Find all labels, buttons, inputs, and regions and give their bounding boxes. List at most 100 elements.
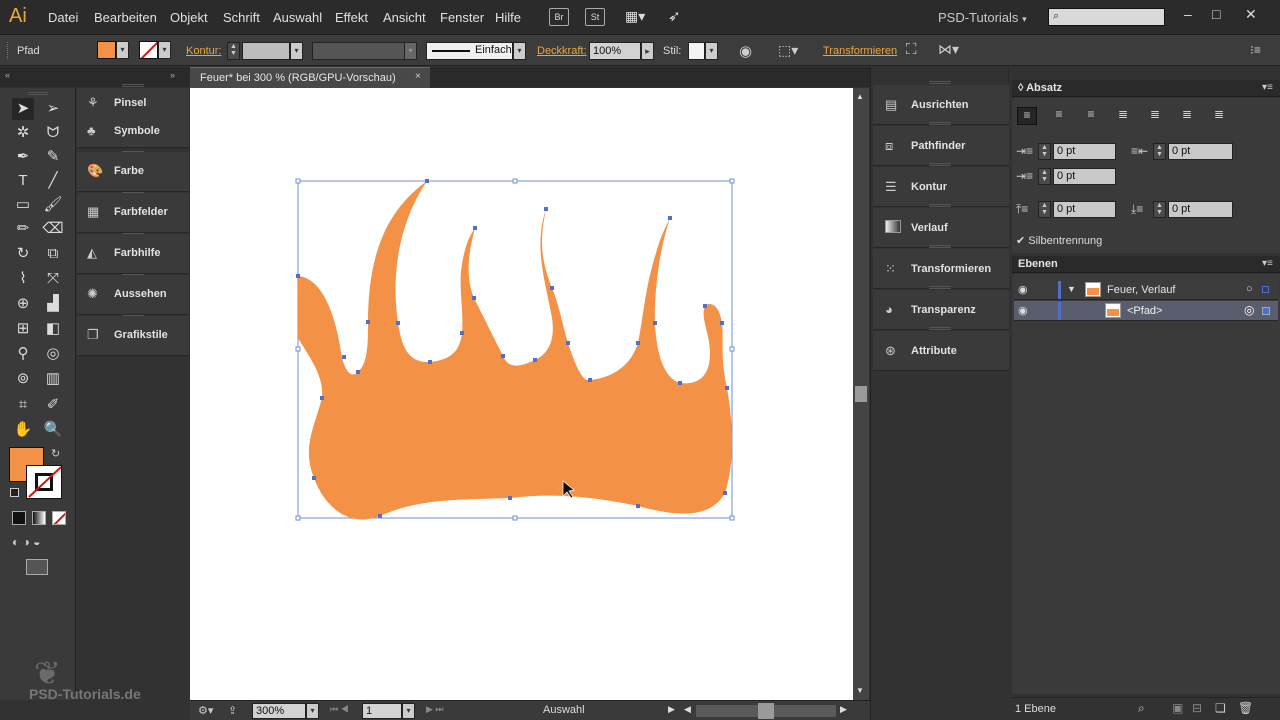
direct-selection-tool-icon[interactable]: ➢ xyxy=(42,98,64,120)
stroke-color-swatch[interactable] xyxy=(139,41,158,59)
panel-menu-icon[interactable]: ⁝≡ xyxy=(1250,43,1261,57)
stroke-weight-dropdown[interactable]: ▾ xyxy=(290,42,303,60)
recolor-artwork-icon[interactable]: ◉ xyxy=(739,42,752,60)
justify-all-button[interactable]: ≣ xyxy=(1209,107,1229,125)
width-tool-icon[interactable]: ⌇ xyxy=(12,268,34,290)
gpu-icon[interactable]: ⚙▾ xyxy=(198,704,213,717)
blend-tool-icon[interactable]: ◎ xyxy=(42,343,64,365)
menu-objekt[interactable]: Objekt xyxy=(170,10,208,25)
align-to-icon[interactable]: ⬚▾ xyxy=(778,42,798,59)
space-before-stepper[interactable]: ▲ ▼ xyxy=(1038,201,1051,218)
none-mode-icon[interactable] xyxy=(52,511,66,525)
type-tool-icon[interactable]: T xyxy=(12,170,34,192)
menu-hilfe[interactable]: Hilfe xyxy=(495,10,521,25)
scroll-thumb[interactable] xyxy=(855,386,867,402)
share-icon[interactable]: ⇪ xyxy=(228,704,237,717)
gradient-tool-icon[interactable]: ◧ xyxy=(42,318,64,340)
align-center-button[interactable]: ≡ xyxy=(1049,107,1069,125)
status-mode-label[interactable]: Auswahl xyxy=(543,704,585,716)
menu-datei[interactable]: Datei xyxy=(48,10,78,25)
zoom-tool-icon[interactable]: 🔍 xyxy=(42,419,64,441)
rotate-tool-icon[interactable]: ↻ xyxy=(12,243,34,265)
graphic-style-swatch[interactable] xyxy=(688,42,705,60)
align-left-button[interactable]: ≡ xyxy=(1017,107,1037,125)
menu-bearbeiten[interactable]: Bearbeiten xyxy=(94,10,157,25)
send-icon[interactable]: ➶ xyxy=(668,7,681,25)
default-colors-icon[interactable] xyxy=(10,488,19,497)
status-menu-arrow-icon[interactable]: ▶ xyxy=(668,704,675,715)
zoom-field[interactable]: 300% xyxy=(252,703,306,719)
grip-handle[interactable] xyxy=(929,81,951,84)
variable-width-dropdown[interactable]: ▾ xyxy=(404,42,417,60)
dock-item-pathfinder-row[interactable]: ⧈ Pathfinder xyxy=(873,126,1009,166)
selection-tool-icon[interactable]: ➤ xyxy=(12,98,34,120)
selection-indicator[interactable] xyxy=(1262,286,1269,293)
dock-item-transformieren-row[interactable]: ⁙ Transformieren xyxy=(873,249,1009,289)
collapse-tools-icon[interactable]: « xyxy=(5,70,10,80)
ebenen-panel-header[interactable]: Ebenen ▾≡ xyxy=(1012,256,1280,273)
dock-item-transparenz-row[interactable]: ◕ Transparenz xyxy=(873,290,1009,330)
selection-indicator[interactable] xyxy=(1262,307,1270,315)
visibility-eye-icon[interactable]: ◉ xyxy=(1018,283,1028,296)
visibility-eye-icon[interactable]: ◉ xyxy=(1018,304,1028,317)
new-sublayer-icon[interactable]: ⊟ xyxy=(1192,701,1202,715)
target-circle-icon[interactable]: ○ xyxy=(1246,283,1253,295)
artboard-number-field[interactable]: 1 xyxy=(362,703,402,719)
pencil-tool-icon[interactable]: ✏ xyxy=(12,218,34,240)
hand-tool-icon[interactable]: ✋ xyxy=(12,419,34,441)
grip-handle[interactable] xyxy=(929,122,951,125)
right-indent-field[interactable]: 0 pt xyxy=(1168,143,1233,160)
grip-handle[interactable] xyxy=(7,42,10,59)
justify-center-button[interactable]: ≣ xyxy=(1145,107,1165,125)
target-circle-selected-icon[interactable]: ◎ xyxy=(1244,303,1254,317)
vertical-scrollbar[interactable]: ▲ ▼ xyxy=(853,88,869,700)
zoom-dropdown[interactable]: ▾ xyxy=(306,703,319,719)
expand-triangle-icon[interactable]: ▼ xyxy=(1067,284,1076,294)
slice-tool-icon[interactable]: ✐ xyxy=(42,394,64,416)
isolate-icon[interactable]: ⛶ xyxy=(906,41,917,58)
arrange-documents-icon[interactable]: ▦▾ xyxy=(625,8,653,26)
rectangle-tool-icon[interactable]: ▭ xyxy=(12,194,34,216)
dock-item-ausrichten-row[interactable]: ▤ Ausrichten xyxy=(873,85,1009,125)
artboard-tool-icon[interactable]: ⌗ xyxy=(12,394,34,416)
menu-effekt[interactable]: Effekt xyxy=(335,10,368,25)
curvature-tool-icon[interactable]: ✎ xyxy=(42,146,64,168)
horizontal-scroll-thumb[interactable] xyxy=(758,703,774,719)
scroll-left-icon[interactable]: ◀ xyxy=(684,704,691,715)
expand-dock-icon[interactable]: » xyxy=(170,70,175,80)
dock-item-verlauf-row[interactable]: Verlauf xyxy=(873,208,1009,248)
stroke-swatch-large[interactable] xyxy=(26,465,62,499)
column-graph-tool-icon[interactable]: ▥ xyxy=(42,368,64,390)
hyphenation-checkbox[interactable]: ✔ Silbentrennung xyxy=(1016,234,1102,247)
gradient-mode-icon[interactable] xyxy=(32,511,46,525)
symbol-sprayer-tool-icon[interactable]: ⊚ xyxy=(12,368,34,390)
mesh-tool-icon[interactable]: ⊞ xyxy=(12,318,34,340)
space-before-field[interactable]: 0 pt xyxy=(1053,201,1116,218)
draw-mode-icons[interactable]: ◐ ◑ ◒ xyxy=(12,535,40,549)
stock-button[interactable]: St xyxy=(585,8,605,26)
right-indent-stepper[interactable]: ▲ ▼ xyxy=(1153,143,1166,160)
free-transform-tool-icon[interactable]: ⤧ xyxy=(42,268,64,290)
fill-dropdown[interactable]: ▾ xyxy=(116,41,129,59)
workspace-switcher[interactable]: PSD-Tutorials ▾ xyxy=(938,10,1027,25)
trash-icon[interactable]: 🗑 xyxy=(1238,701,1253,715)
grip-handle[interactable] xyxy=(28,92,48,95)
locate-object-icon[interactable]: ⌕ xyxy=(1138,701,1145,716)
dock-item-farbe-row[interactable]: 🎨 Farbe xyxy=(77,152,189,192)
kontur-link[interactable]: Kontur: xyxy=(186,45,221,57)
dock-item-symbole[interactable]: Symbole xyxy=(114,125,160,137)
dock-item-kontur-row[interactable]: ☰ Kontur xyxy=(873,167,1009,207)
dock-item-grafikstile-row[interactable]: ❐ Grafikstile xyxy=(77,316,189,356)
transform-link[interactable]: Transformieren xyxy=(823,45,897,57)
paintbrush-tool-icon[interactable]: 🖌 xyxy=(42,194,64,216)
dock-item-farbfelder-row[interactable]: ▦ Farbfelder xyxy=(77,193,189,233)
variable-width-field[interactable] xyxy=(312,42,405,60)
menu-auswahl[interactable]: Auswahl xyxy=(273,10,322,25)
close-document-button[interactable]: × xyxy=(415,71,421,82)
first-artboard-icon[interactable]: ⏮ ◀ xyxy=(330,704,349,715)
grip-handle[interactable] xyxy=(122,84,144,87)
bridge-button[interactable]: Br xyxy=(549,8,569,26)
layer-row-feuer[interactable]: ◉ ▼ Feuer, Verlauf ○ xyxy=(1014,280,1278,300)
grip-handle[interactable] xyxy=(929,163,951,166)
scale-tool-icon[interactable]: ⧉ xyxy=(42,243,64,265)
